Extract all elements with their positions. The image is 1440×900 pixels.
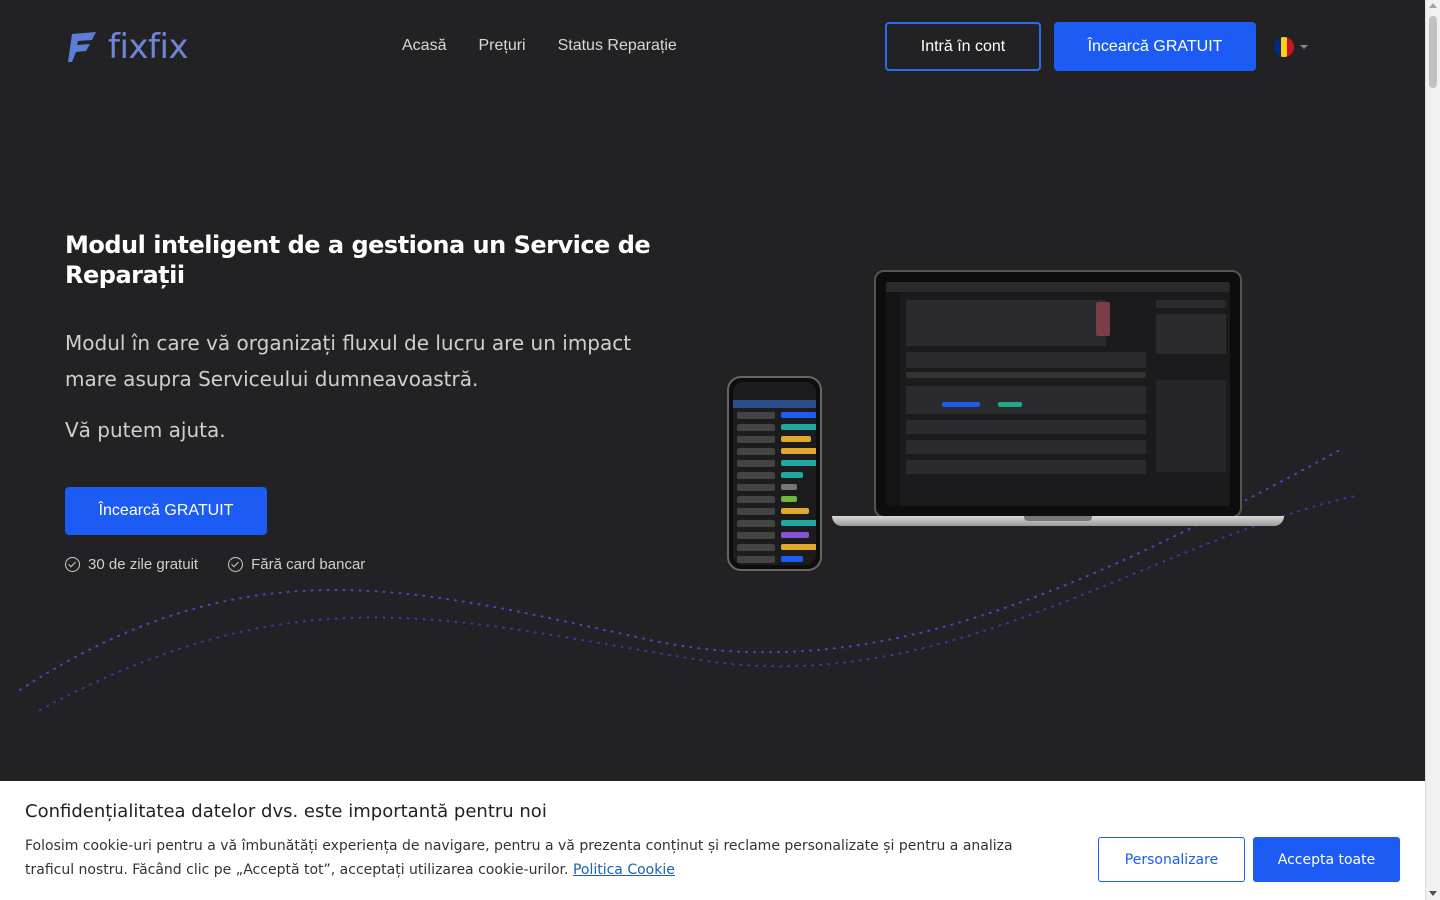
chevron-down-icon bbox=[1300, 45, 1308, 49]
nav-item-home[interactable]: Acasă bbox=[402, 36, 446, 56]
logo-mark-icon bbox=[68, 32, 96, 62]
app-preview bbox=[886, 282, 1230, 506]
phone-app-preview bbox=[733, 382, 816, 565]
language-selector[interactable] bbox=[1274, 37, 1308, 57]
nav-item-repair-status[interactable]: Status Reparație bbox=[558, 36, 677, 56]
nav-item-pricing[interactable]: Prețuri bbox=[478, 36, 525, 56]
logo[interactable]: fixfix bbox=[66, 27, 189, 67]
accept-all-cookies-button[interactable]: Accepta toate bbox=[1253, 837, 1400, 882]
check-circle-icon bbox=[65, 557, 80, 572]
main-nav: Acasă Prețuri Status Reparație bbox=[402, 36, 677, 56]
cookie-description: Folosim cookie-uri pentru a vă îmbunătăț… bbox=[25, 838, 1013, 878]
hero-subtitle: Modul în care vă organizați fluxul de lu… bbox=[65, 331, 632, 391]
page: fixfix Acasă Prețuri Status Reparație In… bbox=[0, 0, 1425, 900]
hero-title: Modul inteligent de a gestiona un Servic… bbox=[65, 231, 651, 289]
scrollbar-thumb[interactable] bbox=[1429, 16, 1437, 88]
try-free-button[interactable]: Încearcă GRATUIT bbox=[1054, 22, 1256, 71]
page-scrollbar[interactable] bbox=[1425, 0, 1440, 900]
hero-try-free-button[interactable]: Încearcă GRATUIT bbox=[65, 487, 267, 535]
customize-cookies-button[interactable]: Personalizare bbox=[1098, 837, 1245, 882]
perk-item: 30 de zile gratuit bbox=[65, 556, 198, 573]
perk-list: 30 de zile gratuit Fără card bancar bbox=[65, 556, 365, 573]
scroll-up-icon[interactable] bbox=[1429, 3, 1437, 8]
romania-flag-icon bbox=[1274, 37, 1294, 57]
cookie-title: Confidențialitatea datelor dvs. este imp… bbox=[25, 801, 547, 822]
laptop-screen bbox=[874, 270, 1242, 518]
check-circle-icon bbox=[228, 557, 244, 572]
logo-text: fixfix bbox=[108, 27, 189, 67]
cookie-text: Folosim cookie-uri pentru a vă îmbunătăț… bbox=[25, 834, 1065, 882]
perk-label: 30 de zile gratuit bbox=[88, 556, 199, 573]
cookie-banner: Confidențialitatea datelor dvs. este imp… bbox=[0, 781, 1425, 900]
perk-label: Fără card bancar bbox=[251, 556, 366, 573]
login-button[interactable]: Intră în cont bbox=[885, 22, 1041, 71]
laptop-screenshot-illustration bbox=[832, 270, 1284, 540]
perk-item: Fără card bancar bbox=[228, 556, 365, 573]
hero-help-text: Vă putem ajuta. bbox=[65, 418, 226, 442]
cookie-policy-link[interactable]: Politica Cookie bbox=[573, 862, 675, 878]
phone-screenshot-illustration bbox=[727, 376, 822, 571]
laptop-notch bbox=[1024, 516, 1092, 521]
scroll-down-icon[interactable] bbox=[1429, 891, 1437, 896]
